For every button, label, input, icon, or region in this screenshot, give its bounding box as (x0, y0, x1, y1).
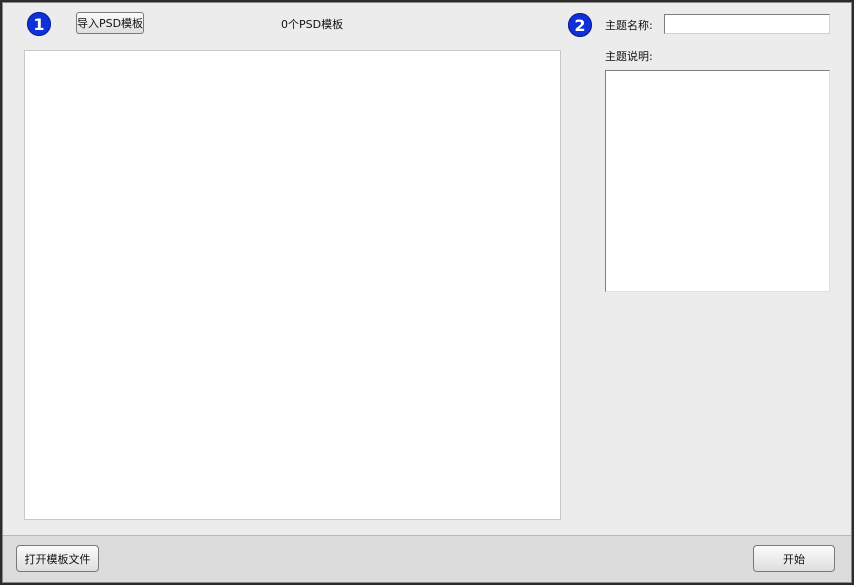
step-1-number: 1 (33, 14, 45, 34)
theme-description-label: 主题说明: (605, 50, 653, 63)
main-window: 1 导入PSD模板 0个PSD模板 2 主题名称: 主题说明: 打开模板文件 开… (2, 2, 852, 583)
theme-name-input[interactable] (664, 14, 830, 34)
open-template-file-button[interactable]: 打开模板文件 (16, 545, 99, 572)
import-psd-template-label: 导入PSD模板 (76, 17, 144, 30)
template-count-text: 0个PSD模板 (281, 18, 344, 31)
theme-description-textarea[interactable] (605, 70, 830, 292)
footer-bar: 打开模板文件 开始 (3, 535, 851, 582)
step-1-badge: 1 (27, 12, 51, 36)
open-template-file-label: 打开模板文件 (24, 552, 91, 566)
step-2-number: 2 (574, 15, 586, 35)
template-list-panel[interactable] (24, 50, 561, 520)
theme-name-label: 主题名称: (605, 19, 653, 32)
step-2-badge: 2 (568, 13, 592, 37)
start-label: 开始 (783, 552, 805, 566)
import-psd-template-button[interactable]: 导入PSD模板 (76, 12, 144, 34)
start-button[interactable]: 开始 (753, 545, 835, 572)
